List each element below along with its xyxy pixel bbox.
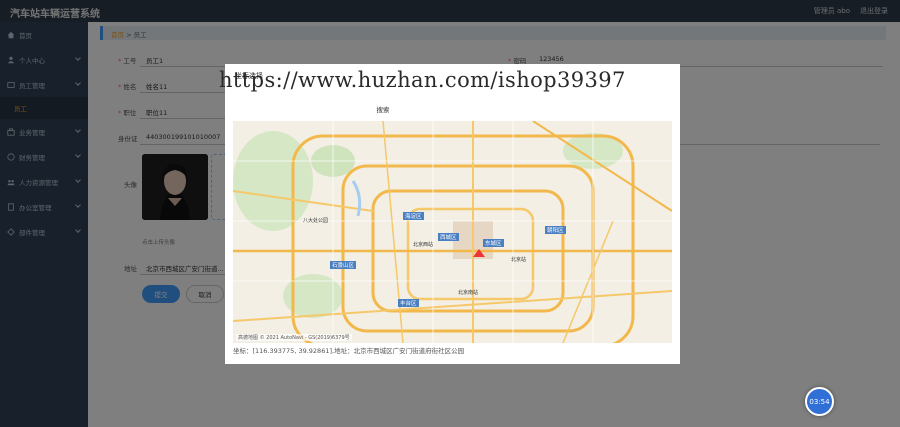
map-label: 东城区 [483,239,504,247]
map-road [562,220,614,343]
timer-badge[interactable]: 03:54 [805,387,834,416]
coordinate-readout: 坐标：[116.393775, 39.92861],地址：北京市西城区广安门街道… [233,347,465,355]
map-search-button[interactable]: 搜索 [371,104,395,116]
map-label: 北京南站 [458,290,479,296]
map-label: 八大处公园 [303,218,329,224]
watermark-text: https://www.huzhan.com/ishop39397 [219,68,626,92]
map-label: 石景山区 [330,261,357,269]
map-label: 北京西站 [413,242,434,248]
map-view[interactable]: 海淀区 西城区 东城区 朝阳区 丰台区 石景山区 北京西站 北京站 八大处公园 … [233,121,672,343]
map-label: 北京站 [511,257,527,263]
map-label: 海淀区 [403,212,424,220]
map-river [351,180,362,217]
map-label: 西城区 [438,233,459,241]
map-canvas [233,121,672,343]
map-label: 朝阳区 [545,226,566,234]
map-picker-dialog: 坐标选择 https://www.huzhan.com/ishop39397 搜… [219,64,680,364]
map-label: 丰台区 [398,299,419,307]
map-copyright: 高德地图 © 2021 AutoNavi - GS(2019)6379号 [236,334,352,341]
